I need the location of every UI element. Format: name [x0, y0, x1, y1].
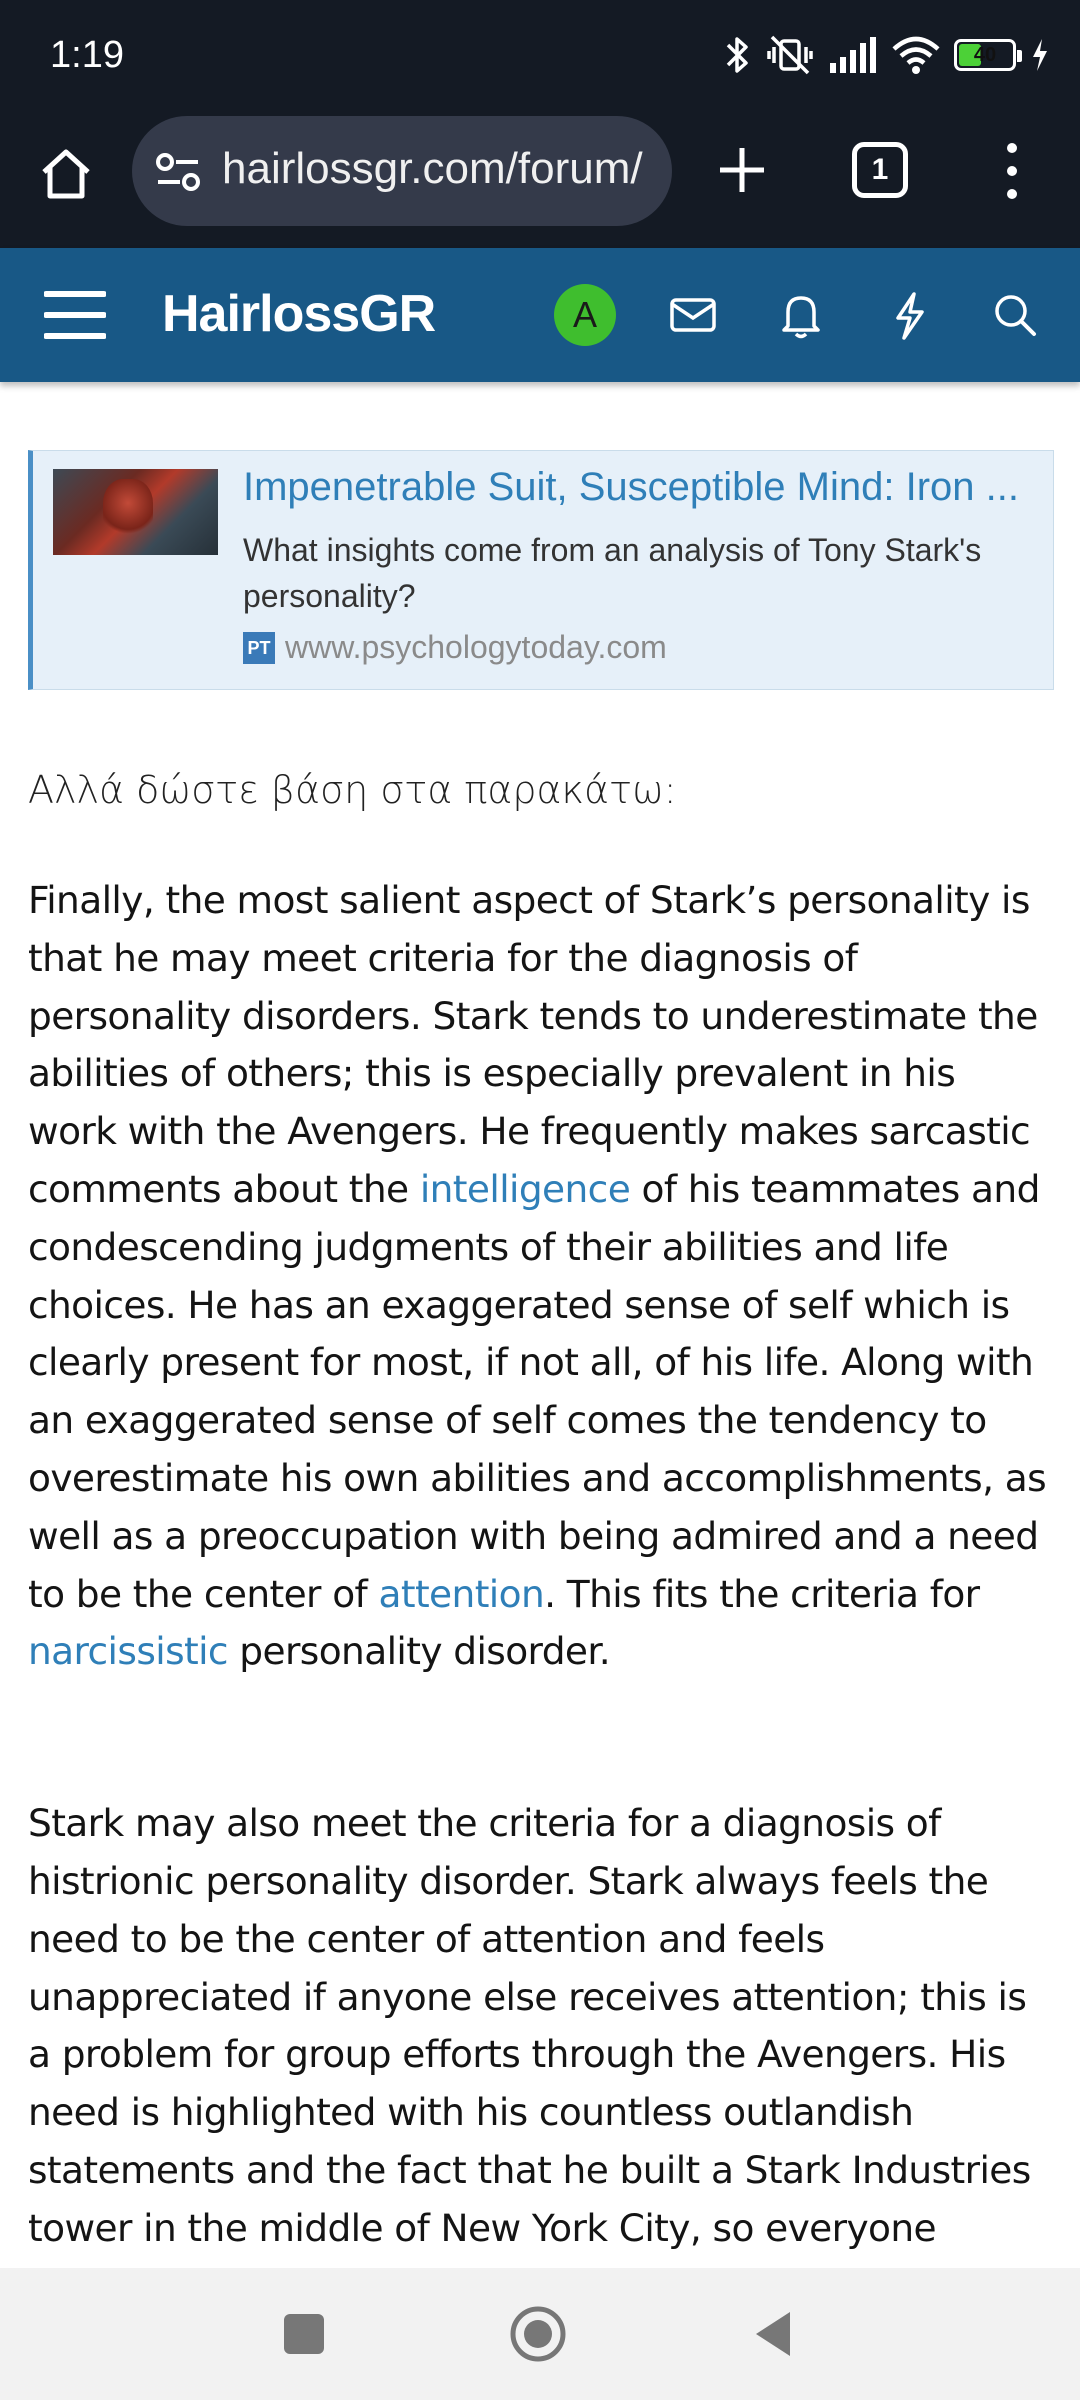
charging-icon	[1033, 39, 1047, 71]
post-paragraph-1: Finally, the most salient aspect of Star…	[28, 872, 1052, 1681]
link-attention[interactable]: attention	[378, 1572, 544, 1616]
link-preview-card[interactable]: Impenetrable Suit, Susceptible Mind: Iro…	[28, 450, 1054, 690]
url-text[interactable]: hairlossgr.com/forum/	[222, 144, 662, 194]
tab-switcher-button[interactable]: 1	[852, 142, 908, 198]
source-favicon-icon: PT	[243, 631, 275, 664]
bluetooth-icon	[726, 37, 748, 73]
system-nav-bar	[0, 2268, 1080, 2400]
home-button[interactable]	[508, 2304, 568, 2364]
post-content: Impenetrable Suit, Susceptible Mind: Iro…	[28, 450, 1054, 2258]
more-options-icon[interactable]	[992, 138, 1032, 204]
wifi-icon	[892, 36, 940, 74]
whats-new-icon[interactable]	[880, 286, 938, 344]
forum-header: HairlossGR A	[0, 248, 1080, 382]
vibrate-off-icon	[767, 35, 813, 75]
menu-icon[interactable]	[44, 288, 106, 342]
paragraph-1-text: of his teammates and condescending judgm…	[28, 1166, 1047, 1616]
card-thumbnail	[53, 469, 218, 555]
inbox-icon[interactable]	[664, 286, 722, 344]
battery-icon: 40	[954, 39, 1022, 71]
post-intro-text: Αλλά δώστε βάση στα παρακάτω:	[28, 768, 677, 812]
recents-button[interactable]	[274, 2304, 334, 2364]
bell-icon[interactable]	[772, 286, 830, 344]
site-logo[interactable]: HairlossGR	[162, 284, 436, 344]
signal-icon	[830, 37, 876, 73]
post-paragraph-2: Stark may also meet the criteria for a d…	[28, 1801, 1031, 2250]
paragraph-1-text: . This fits the criteria for	[544, 1571, 980, 1616]
site-settings-icon[interactable]	[154, 152, 204, 192]
paragraph-1-text: personality disorder.	[227, 1629, 611, 1674]
card-source-domain: www.psychologytoday.com	[285, 629, 667, 665]
status-icons: 40	[722, 30, 1050, 80]
avatar[interactable]: A	[554, 284, 616, 346]
paragraph-1-text: Finally, the most salient aspect of Star…	[28, 878, 1038, 1211]
back-button[interactable]	[746, 2304, 806, 2364]
browser-toolbar: hairlossgr.com/forum/ 1	[0, 112, 1080, 248]
address-bar[interactable]: hairlossgr.com/forum/	[132, 116, 672, 226]
new-tab-icon[interactable]	[712, 140, 772, 200]
status-bar: 1:19 40	[0, 0, 1080, 112]
card-title[interactable]: Impenetrable Suit, Susceptible Mind: Iro…	[243, 465, 1033, 510]
link-intelligence[interactable]: intelligence	[420, 1167, 631, 1211]
home-icon[interactable]	[36, 144, 96, 204]
card-source: PT www.psychologytoday.com	[243, 629, 667, 666]
battery-level: 40	[973, 44, 997, 66]
search-icon[interactable]	[986, 286, 1044, 344]
card-description: What insights come from an analysis of T…	[243, 532, 982, 614]
link-narcissistic[interactable]: narcissistic	[28, 1629, 229, 1673]
status-time: 1:19	[50, 34, 124, 76]
